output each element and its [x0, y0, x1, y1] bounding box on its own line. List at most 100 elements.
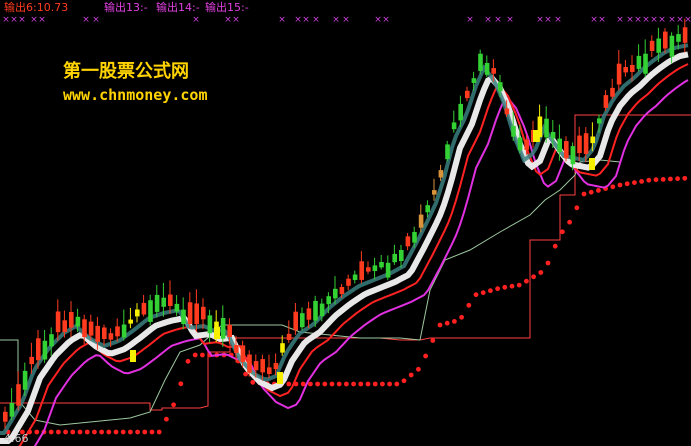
stop-dot: [567, 219, 572, 225]
stop-dot: [106, 429, 112, 435]
candle-body: [669, 35, 675, 57]
signal-marker: [589, 158, 595, 170]
signal-x-mark: ×: [232, 15, 240, 25]
candle-body: [425, 205, 430, 213]
signal-x-mark: ×: [312, 15, 320, 25]
stop-dot: [308, 381, 313, 387]
signal-x-mark: ×: [590, 15, 598, 25]
stop-dot: [624, 181, 630, 187]
stop-dot: [502, 284, 508, 290]
signal-x-mark: ×: [484, 15, 492, 25]
stop-dot: [127, 429, 133, 435]
stop-dot: [250, 379, 256, 385]
candle-body: [240, 345, 246, 362]
stop-dot: [164, 416, 169, 422]
candle-body: [379, 262, 384, 268]
signal-x-mark: ×: [506, 15, 514, 25]
candle-body: [3, 411, 8, 422]
candle-body: [412, 232, 417, 243]
stop-dot: [538, 270, 544, 275]
signal-x-mark: ×: [374, 15, 382, 25]
candle-body: [392, 253, 397, 263]
candle-body: [590, 136, 595, 144]
output15-label: 输出15:-: [205, 1, 249, 14]
signal-x-mark: ×: [192, 15, 200, 25]
support-step-line: [0, 114, 691, 411]
candle-body: [524, 139, 529, 150]
candle-body: [682, 27, 688, 43]
candle-body: [141, 302, 147, 315]
signal-x-mark: ×: [30, 15, 38, 25]
signal-x-mark: ×: [642, 15, 650, 25]
signal-x-mark: ×: [38, 15, 46, 25]
candle-body: [247, 354, 252, 373]
stop-dot: [588, 189, 594, 195]
white-ma-band: [0, 51, 689, 444]
signal-x-mark: ×: [684, 15, 691, 25]
signal-x-mark: ×: [342, 15, 350, 25]
stop-dot: [185, 358, 191, 364]
candle-body: [438, 170, 444, 178]
candle-body: [603, 95, 609, 108]
stop-dot: [509, 283, 515, 289]
candle-body: [9, 403, 15, 417]
candle-body: [333, 288, 338, 299]
stop-dot: [149, 429, 155, 435]
candle-body: [498, 82, 503, 92]
candle-body: [346, 278, 351, 286]
stop-dot: [336, 381, 342, 387]
stop-dot: [682, 175, 688, 181]
stop-dot: [365, 381, 371, 387]
candle-body: [418, 214, 424, 228]
candle-body: [564, 141, 569, 159]
signal-marker: [533, 130, 539, 142]
candle-body: [313, 300, 318, 321]
stop-dot: [480, 290, 486, 296]
signal-x-mark: ×: [676, 15, 684, 25]
candle-body: [207, 315, 213, 334]
stock-chart[interactable]: × × × × × × × × × × × × × × × × × × × × × × × × × × × × × × × × × × × × 输出6…: [0, 0, 691, 446]
candle-body: [504, 108, 510, 115]
candle-body: [550, 132, 556, 139]
stop-dot: [437, 322, 443, 328]
candle-body: [517, 137, 523, 151]
output6-label: 输出6:10.73: [4, 1, 69, 14]
candle-body: [577, 135, 582, 154]
signal-marker: [277, 372, 283, 384]
stop-dot: [545, 260, 551, 266]
candle-body: [623, 67, 628, 73]
candle-body: [451, 122, 457, 130]
candle-body: [432, 190, 437, 195]
candle-body: [491, 68, 496, 74]
candle-body: [636, 55, 642, 69]
candle-body: [649, 40, 655, 51]
signal-x-mark: ×: [634, 15, 642, 25]
candle-body: [319, 303, 325, 317]
candle-body: [471, 78, 477, 83]
candle-body: [253, 361, 259, 371]
stop-dot: [675, 176, 680, 182]
candle-body: [484, 63, 490, 75]
stop-dot: [516, 282, 522, 288]
signal-x-mark: ×: [626, 15, 634, 25]
candle-body: [372, 265, 378, 271]
candle-body: [260, 359, 265, 373]
stop-dot: [77, 429, 83, 435]
candle-body: [300, 313, 305, 328]
stop-dot: [596, 188, 601, 193]
signal-x-mark: ×: [2, 15, 10, 25]
candle-body: [557, 138, 562, 153]
signal-x-mark: ×: [10, 15, 18, 25]
stop-dot: [660, 177, 666, 182]
signal-x-mark: ×: [332, 15, 340, 25]
watermark-url: www.chnmoney.com: [63, 86, 208, 104]
candle-body: [42, 340, 48, 360]
stop-dot: [120, 429, 126, 435]
stop-dot: [581, 191, 587, 197]
stop-dot: [99, 429, 104, 435]
candle-body: [187, 302, 193, 324]
stop-dot: [408, 372, 414, 378]
stop-dot: [423, 353, 428, 359]
signal-x-mark: ×: [658, 15, 666, 25]
candle-body: [75, 316, 81, 327]
